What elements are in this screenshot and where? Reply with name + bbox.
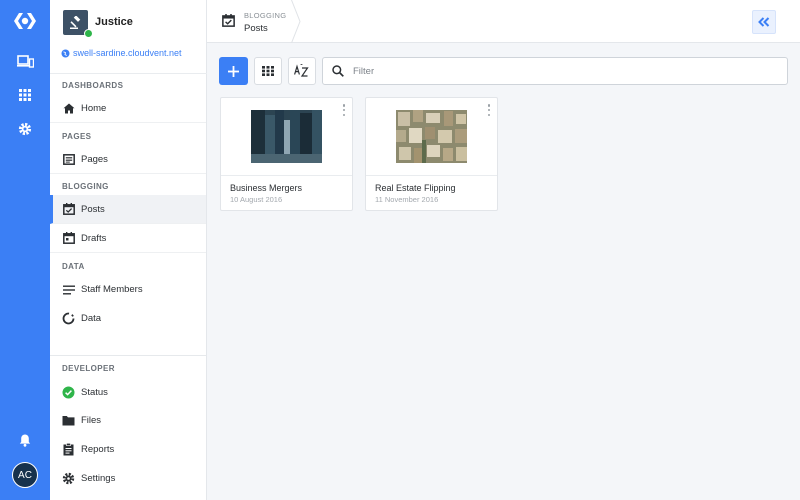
breadcrumb-section[interactable]: BLOGGING [244, 11, 286, 20]
user-avatar[interactable]: AC [12, 462, 38, 488]
section-label-data: DATA [62, 262, 85, 271]
sidebar-item-drafts[interactable]: Drafts [50, 224, 206, 253]
site-url-text: swell-sardine.cloudvent.net [73, 48, 182, 58]
sidebar-item-label: Data [81, 313, 102, 324]
sidebar-item-posts[interactable]: Posts [50, 195, 206, 224]
sidebar-item-label: Files [81, 415, 102, 426]
sidebar-item-label: Home [81, 102, 107, 114]
calendar-check-icon [62, 203, 75, 216]
header-bar: BLOGGING Posts [207, 0, 800, 44]
globe-icon [61, 49, 70, 57]
section-label-dashboards: DASHBOARDS [62, 81, 124, 90]
section-label-pages: PAGES [62, 132, 92, 141]
post-title: Real Estate Flipping [375, 183, 456, 193]
site-url-link[interactable]: swell-sardine.cloudvent.net [61, 48, 182, 58]
site-online-badge [84, 29, 93, 38]
sidebar-item-reports[interactable]: Reports [50, 435, 206, 464]
ring-icon [62, 312, 75, 325]
search-icon [332, 65, 344, 77]
sidebar-item-label: Posts [81, 203, 105, 215]
gear-icon[interactable] [0, 118, 50, 140]
collapse-sidebar-button[interactable] [752, 10, 776, 34]
sidebar-item-label: Settings [81, 473, 116, 484]
folder-icon [62, 414, 75, 427]
post-thumbnail-aerial-buildings [396, 110, 467, 163]
site-header: Justice swell-sardine.cloudvent.net [50, 0, 207, 74]
pages-icon [62, 153, 75, 166]
cloudcannon-logo-icon[interactable] [0, 8, 50, 34]
double-chevron-left-icon [758, 17, 770, 27]
breadcrumb-separator-icon [291, 0, 301, 48]
sidebar-item-label: Reports [81, 444, 115, 455]
apps-grid-icon[interactable] [0, 84, 50, 106]
post-card-media [221, 98, 352, 176]
post-date: 11 November 2016 [375, 195, 439, 204]
site-sidebar: Justice swell-sardine.cloudvent.net DASH… [50, 0, 207, 500]
sidebar-item-label: Status [81, 387, 108, 398]
sidebar-item-label: Drafts [81, 232, 107, 244]
sidebar-item-label: Staff Members [81, 284, 143, 295]
sidebar-item-label: Pages [81, 153, 108, 165]
gear-icon [62, 472, 75, 485]
site-name: Justice [95, 16, 133, 28]
calendar-check-icon [222, 14, 235, 32]
sidebar-item-home[interactable]: Home [50, 94, 206, 123]
sidebar-item-staff-members[interactable]: Staff Members [50, 275, 206, 304]
sidebar-divider [50, 355, 206, 356]
sidebar-item-data[interactable]: Data [50, 304, 206, 333]
calendar-icon [62, 232, 75, 245]
sort-az-icon [294, 64, 309, 77]
app-rail: AC [0, 0, 50, 500]
post-thumbnail-city-street [251, 110, 322, 163]
post-date: 10 August 2016 [230, 195, 283, 204]
clipboard-icon [62, 443, 75, 456]
status-check-icon [62, 386, 75, 399]
grid-view-button[interactable] [254, 57, 282, 85]
post-title: Business Mergers [230, 183, 303, 193]
grid-icon [262, 66, 274, 76]
breadcrumb-page: Posts [244, 23, 268, 34]
list-icon [62, 283, 75, 296]
more-vert-icon[interactable] [486, 104, 492, 116]
notifications-bell-icon[interactable] [0, 430, 50, 450]
sidebar-item-settings[interactable]: Settings [50, 464, 206, 493]
sidebar-item-status[interactable]: Status [50, 378, 206, 407]
devices-icon[interactable] [0, 50, 50, 72]
more-vert-icon[interactable] [341, 104, 347, 116]
filter-field[interactable] [322, 57, 788, 85]
sidebar-item-pages[interactable]: Pages [50, 145, 206, 174]
section-label-developer: DEVELOPER [62, 364, 115, 373]
post-card[interactable]: Business Mergers 10 August 2016 [220, 97, 353, 211]
add-post-button[interactable] [219, 57, 248, 85]
sort-button[interactable] [288, 57, 316, 85]
section-label-blogging: BLOGGING [62, 182, 109, 191]
home-icon [62, 102, 75, 115]
plus-icon [228, 65, 239, 77]
filter-input[interactable] [353, 65, 753, 77]
post-card-media [366, 98, 497, 176]
sidebar-item-files[interactable]: Files [50, 406, 206, 435]
post-card[interactable]: Real Estate Flipping 11 November 2016 [365, 97, 498, 211]
